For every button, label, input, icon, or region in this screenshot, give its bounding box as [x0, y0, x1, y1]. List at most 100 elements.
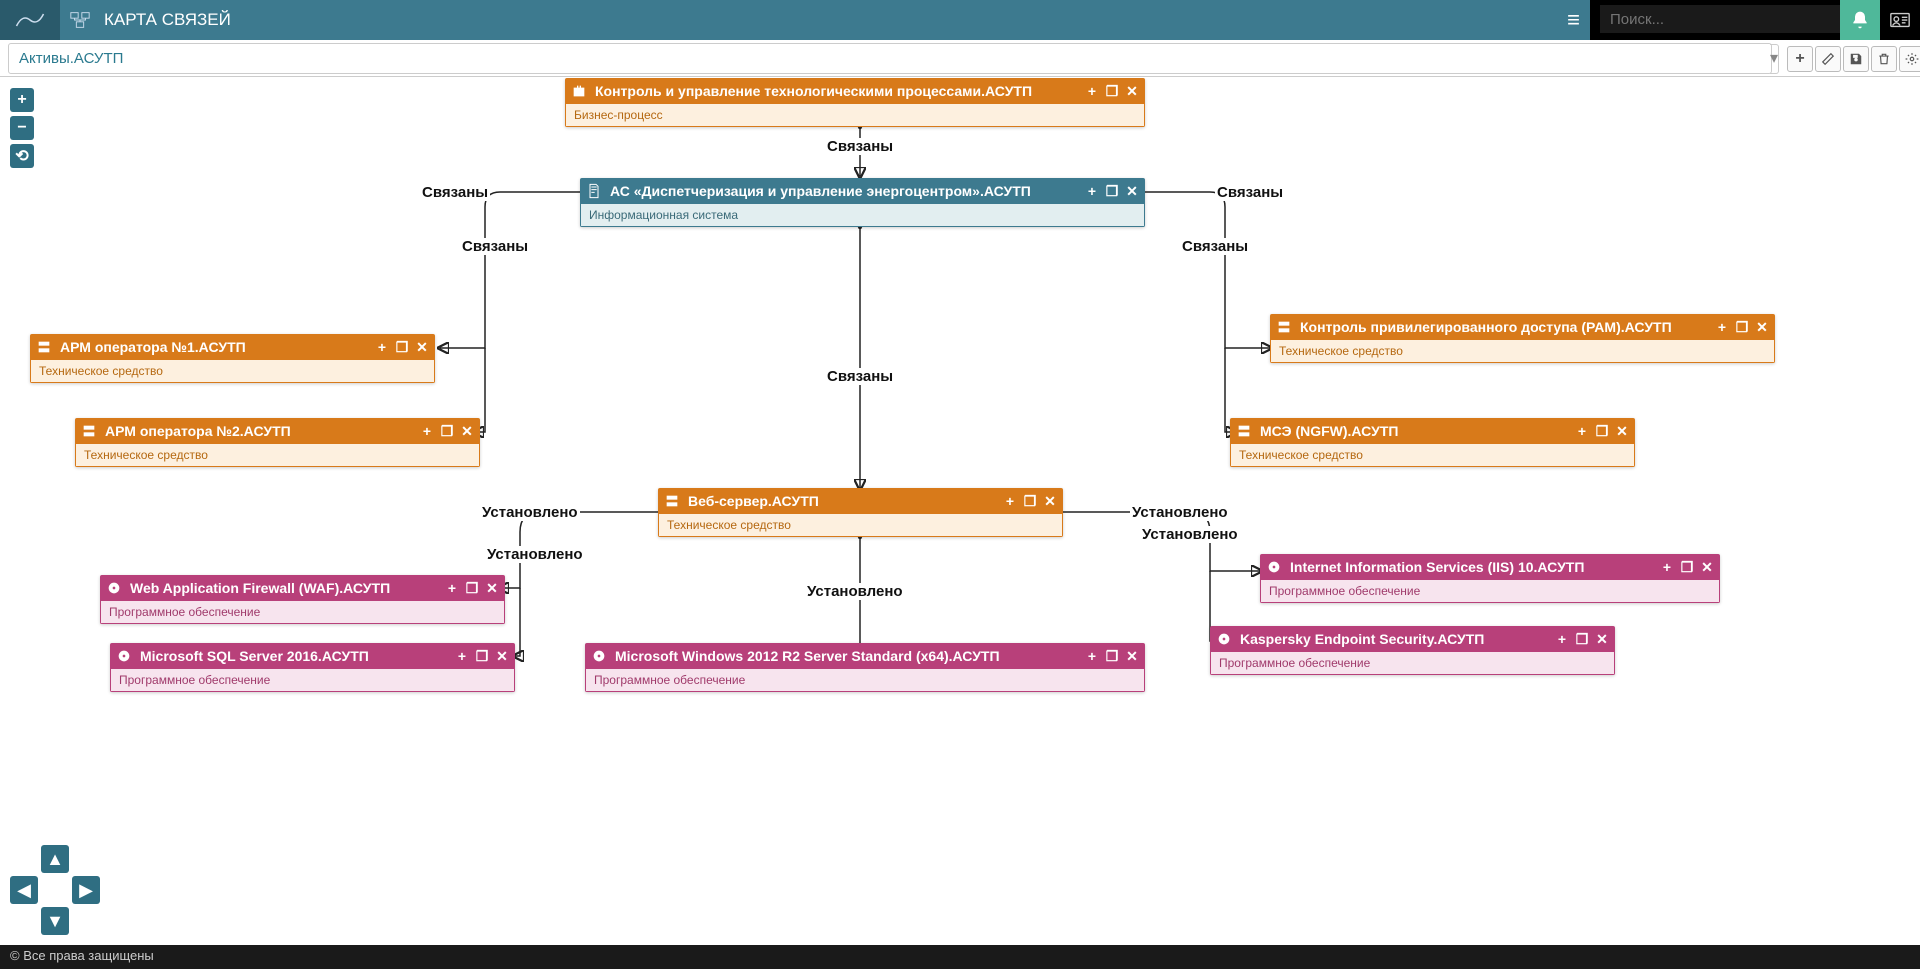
edge-label: Установлено	[1130, 504, 1230, 521]
node-doc-icon[interactable]: ❐	[1021, 493, 1039, 510]
node-arm2[interactable]: АРМ оператора №2.АСУТП+❐✕ Техническое ср…	[75, 418, 480, 467]
node-add-icon[interactable]: +	[1001, 493, 1019, 510]
server-icon	[662, 491, 682, 511]
node-subtitle: Программное обеспечение	[1210, 652, 1615, 675]
node-close-icon[interactable]: ✕	[458, 423, 476, 440]
menu-icon[interactable]: ≡	[1567, 7, 1580, 33]
pan-left-button[interactable]: ◀	[10, 876, 38, 904]
node-title: Web Application Firewall (WAF).АСУТП	[130, 580, 443, 596]
edge-label: Связаны	[1215, 184, 1285, 201]
node-add-icon[interactable]: +	[1083, 83, 1101, 100]
node-subtitle: Программное обеспечение	[100, 601, 505, 624]
briefcase-icon	[569, 81, 589, 101]
node-arm1[interactable]: АРМ оператора №1.АСУТП+❐✕ Техническое ср…	[30, 334, 435, 383]
node-title: АС «Диспетчеризация и управление энергоц…	[610, 183, 1083, 199]
search-input[interactable]	[1600, 5, 1840, 33]
node-info-system[interactable]: АС «Диспетчеризация и управление энергоц…	[580, 178, 1145, 227]
node-doc-icon[interactable]: ❐	[1678, 559, 1696, 576]
zoom-reset-button[interactable]: ⟲	[10, 144, 34, 168]
pan-right-button[interactable]: ▶	[72, 876, 100, 904]
node-doc-icon[interactable]: ❐	[1733, 319, 1751, 336]
node-close-icon[interactable]: ✕	[1123, 648, 1141, 665]
node-doc-icon[interactable]: ❐	[438, 423, 456, 440]
add-button[interactable]: +	[1787, 46, 1813, 72]
profile-icon[interactable]	[1880, 0, 1920, 40]
node-ngfw[interactable]: МСЭ (NGFW).АСУТП+❐✕ Техническое средство	[1230, 418, 1635, 467]
node-web[interactable]: Веб-сервер.АСУТП+❐✕ Техническое средство	[658, 488, 1063, 537]
node-close-icon[interactable]: ✕	[1041, 493, 1059, 510]
node-subtitle: Программное обеспечение	[110, 669, 515, 692]
edge-label: Связаны	[420, 184, 490, 201]
pan-up-button[interactable]: ▲	[41, 845, 69, 873]
appbar: КАРТА СВЯЗЕЙ ≡	[0, 0, 1590, 40]
node-doc-icon[interactable]: ❐	[393, 339, 411, 356]
node-add-icon[interactable]: +	[1573, 423, 1591, 440]
node-close-icon[interactable]: ✕	[1753, 319, 1771, 336]
edit-button[interactable]	[1815, 46, 1841, 72]
node-close-icon[interactable]: ✕	[1123, 83, 1141, 100]
node-add-icon[interactable]: +	[443, 580, 461, 597]
node-title: Microsoft SQL Server 2016.АСУТП	[140, 648, 453, 664]
topbar: КАРТА СВЯЗЕЙ ≡	[0, 0, 1920, 40]
node-subtitle: Техническое средство	[30, 360, 435, 383]
node-title: АРМ оператора №1.АСУТП	[60, 339, 373, 355]
node-subtitle: Бизнес-процесс	[565, 104, 1145, 127]
node-pam[interactable]: Контроль привилегированного доступа (PAM…	[1270, 314, 1775, 363]
node-add-icon[interactable]: +	[453, 648, 471, 665]
notifications-icon[interactable]	[1840, 0, 1880, 40]
node-subtitle: Программное обеспечение	[1260, 580, 1720, 603]
node-add-icon[interactable]: +	[1713, 319, 1731, 336]
node-add-icon[interactable]: +	[418, 423, 436, 440]
node-doc-icon[interactable]: ❐	[1103, 648, 1121, 665]
node-subtitle: Информационная система	[580, 204, 1145, 227]
node-waf[interactable]: Web Application Firewall (WAF).АСУТП+❐✕ …	[100, 575, 505, 624]
node-doc-icon[interactable]: ❐	[1593, 423, 1611, 440]
pan-down-button[interactable]: ▼	[41, 907, 69, 935]
document-icon	[584, 181, 604, 201]
zoom-in-button[interactable]: +	[10, 88, 34, 112]
node-iis[interactable]: Internet Information Services (IIS) 10.А…	[1260, 554, 1720, 603]
edge-label: Связаны	[1180, 238, 1250, 255]
node-close-icon[interactable]: ✕	[493, 648, 511, 665]
disc-icon	[114, 646, 134, 666]
node-subtitle: Техническое средство	[658, 514, 1063, 537]
node-close-icon[interactable]: ✕	[413, 339, 431, 356]
breadcrumb-bar: Активы.АСУТП ▾ +	[0, 41, 1920, 77]
zoom-out-button[interactable]: −	[10, 116, 34, 140]
node-doc-icon[interactable]: ❐	[463, 580, 481, 597]
node-title: МСЭ (NGFW).АСУТП	[1260, 423, 1573, 439]
diagram-canvas[interactable]: + − ⟲ ▲ ◀ ▶ ▼ Связаны Связаны Связаны Св	[0, 78, 1920, 945]
node-add-icon[interactable]: +	[1658, 559, 1676, 576]
node-add-icon[interactable]: +	[1083, 648, 1101, 665]
save-button[interactable]	[1843, 46, 1869, 72]
node-title: Internet Information Services (IIS) 10.А…	[1290, 559, 1658, 575]
node-title: Контроль привилегированного доступа (PAM…	[1300, 319, 1713, 335]
node-close-icon[interactable]: ✕	[483, 580, 501, 597]
node-kes[interactable]: Kaspersky Endpoint Security.АСУТП+❐✕ Про…	[1210, 626, 1615, 675]
app-logo[interactable]	[0, 0, 60, 40]
breadcrumb[interactable]: Активы.АСУТП	[8, 43, 1772, 74]
footer: © Все права защищены	[0, 945, 1920, 969]
node-business-process[interactable]: Контроль и управление технологическими п…	[565, 78, 1145, 127]
node-doc-icon[interactable]: ❐	[473, 648, 491, 665]
breadcrumb-dropdown-icon[interactable]: ▾	[1770, 44, 1779, 74]
disc-icon	[589, 646, 609, 666]
disc-icon	[1214, 629, 1234, 649]
delete-button[interactable]	[1871, 46, 1897, 72]
settings-button[interactable]	[1899, 46, 1920, 72]
node-doc-icon[interactable]: ❐	[1103, 83, 1121, 100]
node-doc-icon[interactable]: ❐	[1573, 631, 1591, 648]
node-add-icon[interactable]: +	[1553, 631, 1571, 648]
node-close-icon[interactable]: ✕	[1698, 559, 1716, 576]
node-add-icon[interactable]: +	[1083, 183, 1101, 200]
node-title: АРМ оператора №2.АСУТП	[105, 423, 418, 439]
node-close-icon[interactable]: ✕	[1123, 183, 1141, 200]
node-add-icon[interactable]: +	[373, 339, 391, 356]
node-close-icon[interactable]: ✕	[1593, 631, 1611, 648]
node-sql[interactable]: Microsoft SQL Server 2016.АСУТП+❐✕ Прогр…	[110, 643, 515, 692]
node-doc-icon[interactable]: ❐	[1103, 183, 1121, 200]
node-win[interactable]: Microsoft Windows 2012 R2 Server Standar…	[585, 643, 1145, 692]
map-icon	[66, 6, 94, 34]
node-close-icon[interactable]: ✕	[1613, 423, 1631, 440]
edge-label: Установлено	[485, 546, 585, 563]
